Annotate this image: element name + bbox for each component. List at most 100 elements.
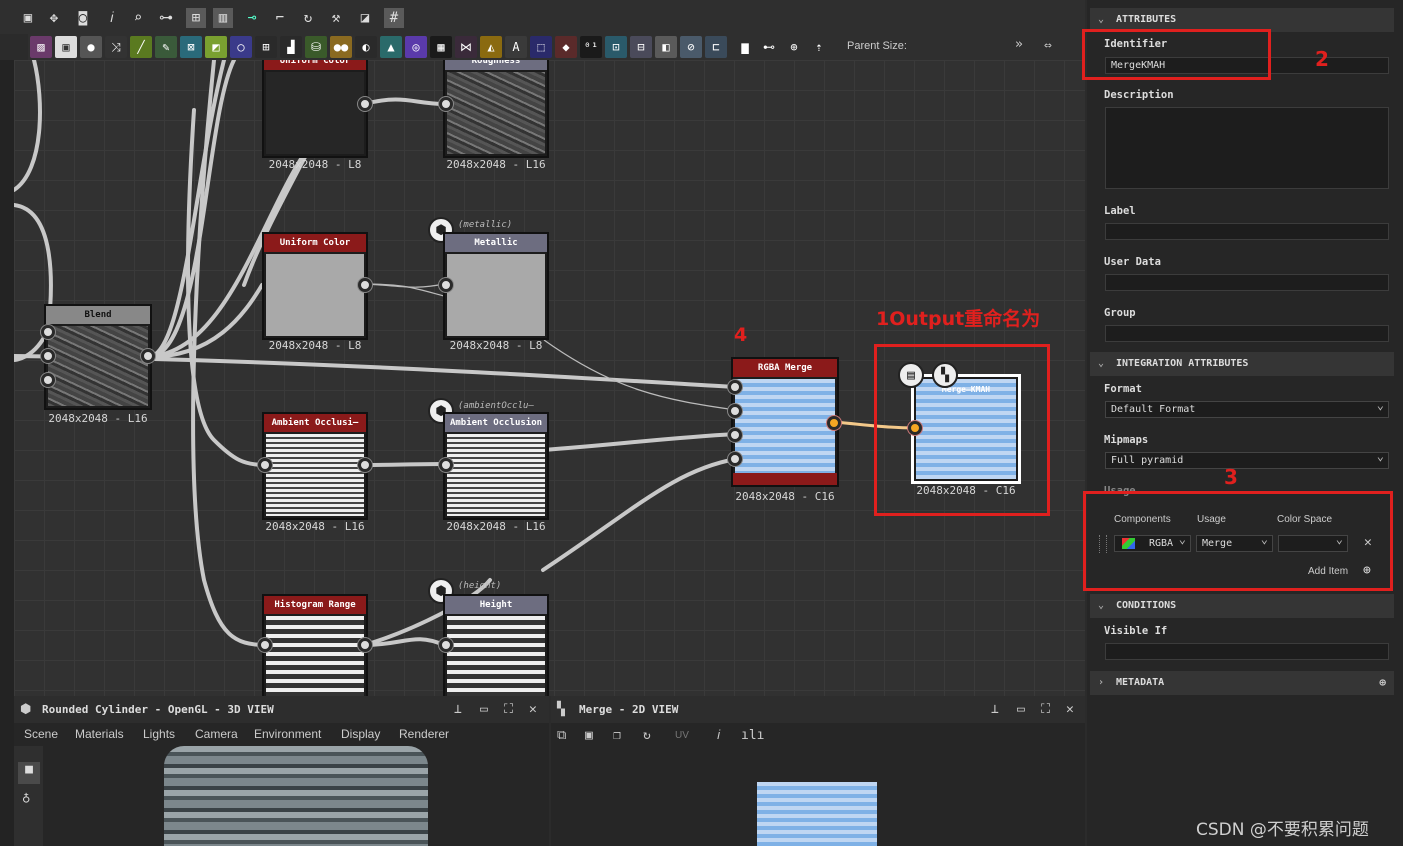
wrench-icon[interactable]: ⚒ bbox=[326, 8, 346, 28]
levels-icon[interactable]: ▟ bbox=[280, 36, 302, 58]
graph-canvas[interactable]: Uniform Color 2048x2048 - L8 Roughness 2… bbox=[14, 60, 1085, 696]
output-port[interactable] bbox=[358, 458, 372, 472]
blend-icon[interactable]: ◐ bbox=[355, 36, 377, 58]
frame-icon[interactable]: ⧉ bbox=[557, 728, 566, 743]
text-icon[interactable]: A bbox=[505, 36, 527, 58]
frame-icon[interactable]: ▣ bbox=[18, 8, 38, 28]
camera-icon[interactable]: ■ bbox=[18, 762, 40, 784]
section-metadata[interactable]: › METADATA ⊕ bbox=[1090, 671, 1394, 695]
wire-icon[interactable]: ⌐ bbox=[270, 8, 290, 28]
more-button[interactable]: » bbox=[1015, 37, 1023, 52]
histogram-icon[interactable]: ▲ bbox=[380, 36, 402, 58]
crop-icon[interactable]: ⬚ bbox=[530, 36, 552, 58]
input-port[interactable] bbox=[439, 638, 453, 652]
pin-icon[interactable]: ⊥ bbox=[991, 702, 999, 717]
curve-icon[interactable]: ╱ bbox=[130, 36, 152, 58]
layout-icon[interactable]: ⊞ bbox=[186, 8, 206, 28]
menu-camera[interactable]: Camera bbox=[195, 727, 238, 741]
menu-lights[interactable]: Lights bbox=[143, 727, 175, 741]
histogram-icon[interactable]: ılı bbox=[741, 728, 764, 743]
menu-materials[interactable]: Materials bbox=[75, 727, 124, 741]
roughness-output-node[interactable]: Roughness bbox=[443, 60, 549, 158]
input-port[interactable] bbox=[41, 373, 55, 387]
image-input-icon[interactable]: ▨ bbox=[30, 36, 52, 58]
ambient-occlusion-output-node[interactable]: Ambient Occlusion bbox=[443, 412, 549, 520]
grid-icon[interactable]: # bbox=[384, 8, 404, 28]
shuffle-icon[interactable]: ⤨ bbox=[105, 36, 127, 58]
mask-icon[interactable]: ⊘ bbox=[680, 36, 702, 58]
close-icon[interactable]: ✕ bbox=[1066, 702, 1074, 717]
info-icon[interactable]: 𝑖 bbox=[717, 728, 720, 743]
columns-icon[interactable]: ▥ bbox=[213, 8, 233, 28]
menu-scene[interactable]: Scene bbox=[24, 727, 58, 741]
section-conditions[interactable]: ⌄ CONDITIONS bbox=[1090, 594, 1394, 618]
visible-if-field[interactable] bbox=[1105, 643, 1389, 660]
tiles-icon[interactable]: ⊞ bbox=[255, 36, 277, 58]
maximize-icon[interactable]: ⛶ bbox=[504, 702, 513, 717]
fill-icon[interactable]: ◆ bbox=[555, 36, 577, 58]
move-icon[interactable]: ✥ bbox=[44, 8, 64, 28]
height-output-node[interactable]: Height bbox=[443, 594, 549, 696]
refresh-icon[interactable]: ↻ bbox=[298, 8, 318, 28]
expand-icon[interactable]: ⇔ bbox=[1044, 38, 1052, 53]
switch-icon[interactable]: ⊏ bbox=[705, 36, 727, 58]
blend-node[interactable]: Blend bbox=[44, 304, 152, 410]
input-port[interactable] bbox=[728, 452, 742, 466]
input-port[interactable] bbox=[258, 638, 272, 652]
dot-icon[interactable]: ⊷ bbox=[758, 36, 780, 58]
pin-icon[interactable]: ⊥ bbox=[454, 702, 462, 717]
uv-toggle[interactable]: UV bbox=[675, 730, 689, 741]
output-port[interactable] bbox=[141, 349, 155, 363]
ambient-occlusion-node[interactable]: Ambient Occlusi— bbox=[262, 412, 368, 520]
metallic-output-node[interactable]: Metallic bbox=[443, 232, 549, 340]
noise-icon[interactable]: ▦ bbox=[430, 36, 452, 58]
menu-display[interactable]: Display bbox=[341, 727, 380, 741]
bucket-icon[interactable]: ⛁ bbox=[305, 36, 327, 58]
link-icon[interactable]: ⊸ bbox=[242, 8, 262, 28]
pixel-icon[interactable]: ⊟ bbox=[630, 36, 652, 58]
paint-icon[interactable]: ✎ bbox=[155, 36, 177, 58]
up-icon[interactable]: ⇡ bbox=[808, 36, 830, 58]
warp-icon[interactable]: ⊠ bbox=[180, 36, 202, 58]
align-icon[interactable]: ⊶ bbox=[156, 8, 176, 28]
drop-icon[interactable]: ● bbox=[80, 36, 102, 58]
input-port[interactable] bbox=[728, 428, 742, 442]
close-icon[interactable]: ✕ bbox=[529, 702, 537, 717]
restore-icon[interactable]: ▭ bbox=[1017, 702, 1025, 717]
dots-icon[interactable]: ●● bbox=[330, 36, 352, 58]
hue-icon[interactable]: ◎ bbox=[405, 36, 427, 58]
maximize-icon[interactable]: ⛶ bbox=[1041, 702, 1050, 717]
description-field[interactable] bbox=[1105, 107, 1389, 189]
group-field[interactable] bbox=[1105, 325, 1389, 342]
input-port[interactable] bbox=[41, 325, 55, 339]
histogram-range-node[interactable]: Histogram Range bbox=[262, 594, 368, 696]
normal-icon[interactable]: ⊡ bbox=[605, 36, 627, 58]
uniform-icon[interactable]: ▣ bbox=[55, 36, 77, 58]
section-integration[interactable]: ⌄ INTEGRATION ATTRIBUTES bbox=[1090, 352, 1394, 376]
input-port[interactable] bbox=[439, 458, 453, 472]
transform-icon[interactable]: ⋈ bbox=[455, 36, 477, 58]
label-field[interactable] bbox=[1105, 223, 1389, 240]
camera-icon[interactable]: ◙ bbox=[73, 8, 93, 28]
rgba-merge-node[interactable]: RGBA Merge bbox=[731, 357, 839, 487]
output-port[interactable] bbox=[358, 638, 372, 652]
input-port[interactable] bbox=[728, 404, 742, 418]
menu-renderer[interactable]: Renderer bbox=[399, 727, 449, 741]
snapshot-icon[interactable]: ◪ bbox=[355, 8, 375, 28]
input-port[interactable] bbox=[728, 380, 742, 394]
input-port[interactable] bbox=[439, 97, 453, 111]
input-port[interactable] bbox=[41, 349, 55, 363]
menu-environment[interactable]: Environment bbox=[254, 727, 321, 741]
split-icon[interactable]: ◧ bbox=[655, 36, 677, 58]
info-icon[interactable]: 𝑖 bbox=[102, 8, 122, 28]
restore-icon[interactable]: ▭ bbox=[480, 702, 488, 717]
input-port[interactable] bbox=[258, 458, 272, 472]
uniform-color-node-1[interactable]: Uniform Color bbox=[262, 60, 368, 158]
add-metadata-icon[interactable]: ⊕ bbox=[1379, 671, 1386, 695]
format-select[interactable]: Default Format bbox=[1105, 398, 1389, 418]
search-icon[interactable]: ⌕ bbox=[128, 8, 148, 28]
circle-icon[interactable]: ○ bbox=[230, 36, 252, 58]
comment-icon[interactable]: ▆ bbox=[734, 36, 756, 58]
save-icon[interactable]: ▣ bbox=[585, 728, 593, 743]
uniform-color-node-2[interactable]: Uniform Color bbox=[262, 232, 368, 340]
